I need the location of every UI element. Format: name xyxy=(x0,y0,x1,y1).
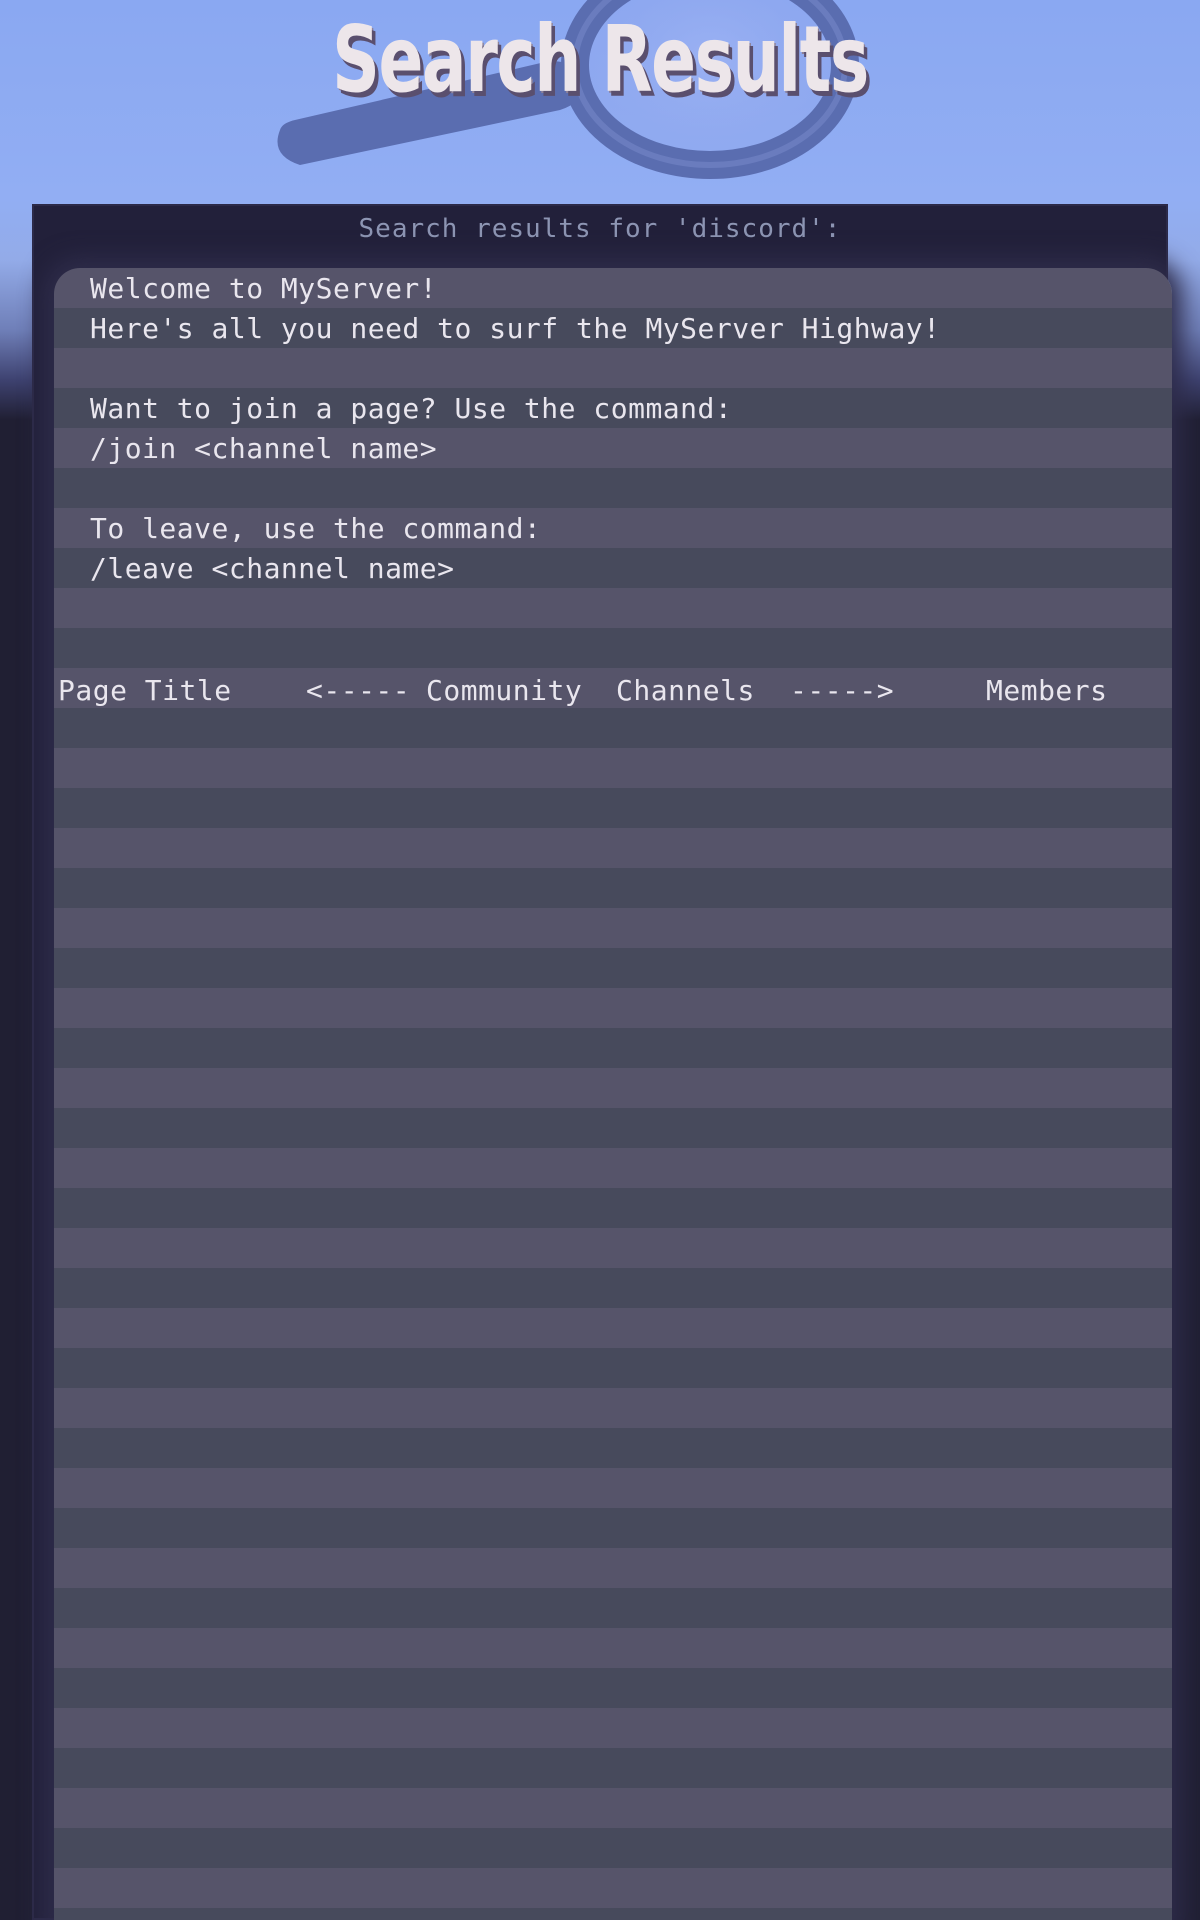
join-command: /join <channel name> xyxy=(90,432,438,465)
page: Search Results Search results for 'disco… xyxy=(0,0,1200,1920)
column-header-page-title: Page Title xyxy=(58,674,232,707)
welcome-line: Here's all you need to surf the MyServer… xyxy=(90,312,941,345)
arrow-right: -----> xyxy=(790,674,895,707)
search-caption: Search results for 'discord': xyxy=(358,214,842,244)
arrow-left: <----- xyxy=(306,674,411,707)
leave-command: /leave <channel name> xyxy=(90,552,455,585)
leave-instruction: To leave, use the command: xyxy=(90,512,542,545)
page-title: Search Results xyxy=(332,6,869,113)
column-header-channels: Channels xyxy=(616,674,755,707)
column-header-community: Community xyxy=(426,674,583,707)
join-instruction: Want to join a page? Use the command: xyxy=(90,392,733,425)
results-panel: Search results for 'discord': Welcome to… xyxy=(32,204,1172,1920)
welcome-line: Welcome to MyServer! xyxy=(90,272,438,305)
column-header-members: Members xyxy=(986,674,1108,707)
